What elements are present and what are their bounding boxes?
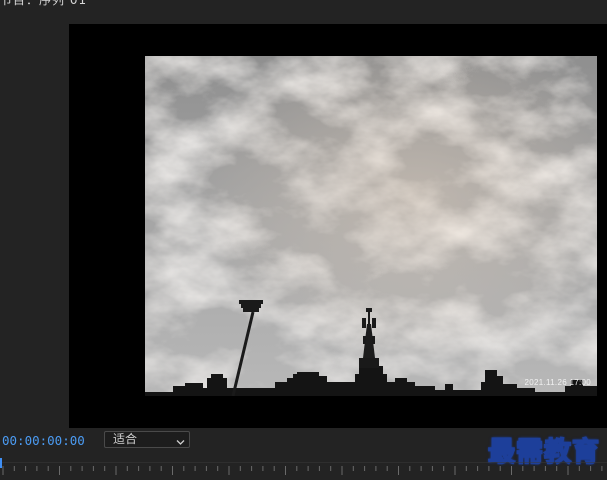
video-frame: 2021.11.26 17:00 bbox=[145, 56, 597, 396]
time-ruler[interactable] bbox=[0, 458, 607, 480]
panel-header: 节目：序列 01 bbox=[0, 0, 607, 24]
program-monitor-viewport[interactable]: 2021.11.26 17:00 bbox=[69, 24, 607, 428]
sky-scene-image bbox=[145, 56, 597, 396]
zoom-level-value: 适合 bbox=[113, 432, 138, 446]
chevron-down-icon bbox=[176, 435, 185, 449]
video-timestamp-overlay: 2021.11.26 17:00 bbox=[524, 378, 591, 387]
playhead-timecode[interactable]: 00:00:00:00 bbox=[2, 433, 85, 448]
panel-title: 节目：序列 01 bbox=[0, 0, 88, 7]
zoom-level-select[interactable]: 适合 bbox=[104, 431, 190, 448]
monitor-controls: 00:00:00:00 适合 最需教育 bbox=[0, 428, 607, 480]
ruler-ticks bbox=[0, 462, 607, 475]
program-monitor-panel: 节目：序列 01 2021.11.26 17:00 00:00:00:00 适合… bbox=[0, 0, 607, 480]
playhead-icon[interactable] bbox=[0, 458, 2, 468]
